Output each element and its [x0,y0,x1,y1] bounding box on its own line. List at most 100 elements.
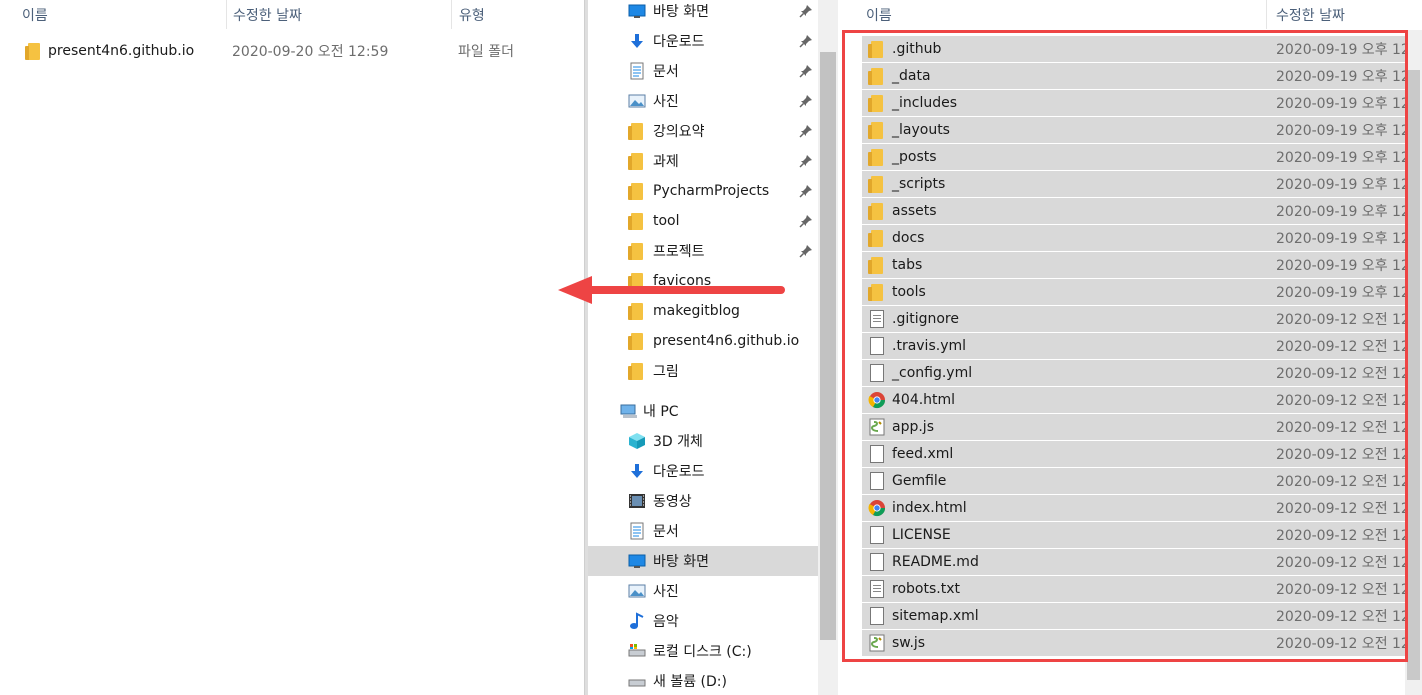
nav-item-icon-slot [628,2,646,20]
file-row[interactable]: assets 2020-09-19 오후 12:3 [862,198,1422,225]
file-row[interactable]: docs 2020-09-19 오후 12:3 [862,225,1422,252]
file-type: 파일 폴더 [458,44,514,60]
file-icon [870,553,884,571]
nav-item[interactable]: present4n6.github.io [588,326,818,356]
file-row[interactable]: tabs 2020-09-19 오후 12:3 [862,252,1422,279]
nav-item[interactable]: 동영상 [588,486,818,516]
file-row-icon-slot [868,634,886,652]
pin-icon[interactable] [799,4,813,18]
nav-item[interactable]: 강의요약 [588,116,818,146]
file-name: .github [892,41,942,57]
nav-item[interactable]: 바탕 화면 [588,0,818,26]
nav-item[interactable]: 로컬 디스크 (C:) [588,636,818,666]
file-row[interactable]: _scripts 2020-09-19 오후 12:3 [862,171,1422,198]
nav-item-label: 동영상 [653,494,692,510]
nav-item-icon-slot [628,122,646,140]
nav-item-label: 다운로드 [653,464,705,480]
file-row[interactable]: _layouts 2020-09-19 오후 12:3 [862,117,1422,144]
file-name: sitemap.xml [892,608,979,624]
nav-item[interactable]: 문서 [588,56,818,86]
nav-item[interactable]: 다운로드 [588,26,818,56]
file-row[interactable]: _config.yml 2020-09-12 오전 12:2 [862,360,1422,387]
nav-item-icon-slot [628,152,646,170]
nav-item-label: 새 볼륨 (D:) [653,674,727,690]
pin-icon[interactable] [799,124,813,138]
nav-item[interactable]: 그림 [588,356,818,386]
file-row[interactable]: sw.js 2020-09-12 오전 12:2 [862,630,1422,657]
file-row[interactable]: tools 2020-09-19 오후 12:3 [862,279,1422,306]
pin-icon[interactable] [799,34,813,48]
file-row[interactable]: .travis.yml 2020-09-12 오전 12:2 [862,333,1422,360]
file-row[interactable]: .gitignore 2020-09-12 오전 12:2 [862,306,1422,333]
file-row[interactable]: app.js 2020-09-12 오전 12:2 [862,414,1422,441]
nav-item[interactable]: 문서 [588,516,818,546]
nav-item[interactable]: 프로젝트 [588,236,818,266]
folder-icon [868,229,883,247]
file-row[interactable]: 404.html 2020-09-12 오전 12:2 [862,387,1422,414]
file-row[interactable]: .github 2020-09-19 오후 12:3 [862,36,1422,63]
pin-icon[interactable] [799,214,813,228]
nav-scrollbar[interactable] [818,0,838,695]
file-list-scrollbar[interactable] [1405,30,1422,695]
file-row[interactable]: sitemap.xml 2020-09-12 오전 12:2 [862,603,1422,630]
nav-item[interactable]: 바탕 화면 [588,546,818,576]
column-header-name[interactable]: 이름 [866,0,892,29]
nav-scrollbar-thumb[interactable] [820,52,836,640]
file-name: _includes [892,95,958,111]
file-modified: 2020-09-12 오전 12:2 [1276,366,1422,382]
nav-item-label: PycharmProjects [653,183,770,199]
file-icon [870,364,884,382]
file-row[interactable]: _includes 2020-09-19 오후 12:3 [862,90,1422,117]
file-row-icon-slot [868,121,886,139]
folder-icon [868,256,883,274]
nav-item-icon-slot [628,212,646,230]
nav-item[interactable]: 사진 [588,86,818,116]
nav-item-icon-slot [628,522,646,540]
pin-icon[interactable] [799,184,813,198]
file-modified: 2020-09-12 오전 12:2 [1276,312,1422,328]
file-row[interactable]: present4n6.github.io 2020-09-20 오전 12:59… [0,37,584,65]
file-row[interactable]: _posts 2020-09-19 오후 12:3 [862,144,1422,171]
pin-icon[interactable] [799,64,813,78]
file-row[interactable]: robots.txt 2020-09-12 오전 12:2 [862,576,1422,603]
file-modified: 2020-09-12 오전 12:2 [1276,339,1422,355]
column-separator[interactable] [226,0,227,29]
file-row[interactable]: feed.xml 2020-09-12 오전 12:2 [862,441,1422,468]
nav-item-icon-slot [628,612,646,630]
nav-item[interactable]: PycharmProjects [588,176,818,206]
file-row-icon-slot [868,553,886,571]
nav-item[interactable]: 다운로드 [588,456,818,486]
file-row[interactable]: _data 2020-09-19 오후 12:3 [862,63,1422,90]
nav-item[interactable]: 과제 [588,146,818,176]
folder-icon [868,175,883,193]
pin-icon[interactable] [799,154,813,168]
file-row[interactable]: LICENSE 2020-09-12 오전 12:2 [862,522,1422,549]
nav-item[interactable]: 사진 [588,576,818,606]
column-header-modified[interactable]: 수정한 날짜 [233,0,302,29]
nav-item[interactable]: 3D 개체 [588,426,818,456]
file-row[interactable]: README.md 2020-09-12 오전 12:2 [862,549,1422,576]
right-explorer-pane: 이름 수정한 날짜 .github 2020-09-19 오후 12:3 _data… [838,0,1422,695]
pin-icon[interactable] [799,94,813,108]
nav-item[interactable]: 내 PC [588,396,818,426]
file-row[interactable]: Gemfile 2020-09-12 오전 12:2 [862,468,1422,495]
file-row[interactable]: index.html 2020-09-12 오전 12:2 [862,495,1422,522]
nav-item-label: 문서 [653,524,679,540]
column-separator[interactable] [451,0,452,29]
file-name: .travis.yml [892,338,967,354]
column-header-name[interactable]: 이름 [22,0,48,29]
file-row-icon-slot [868,499,886,517]
file-list-scrollbar-thumb[interactable] [1407,70,1420,680]
nav-item[interactable]: 음악 [588,606,818,636]
file-name: tabs [892,257,923,273]
pin-icon[interactable] [799,244,813,258]
file-row-icon-slot [868,310,886,328]
3d-objects-icon [628,432,646,450]
nav-item[interactable]: tool [588,206,818,236]
column-header-modified[interactable]: 수정한 날짜 [1276,0,1345,29]
column-header-type[interactable]: 유형 [459,0,485,29]
column-separator[interactable] [1266,0,1267,29]
nav-item[interactable]: 새 볼륨 (D:) [588,666,818,695]
nav-item-icon-slot [628,672,646,690]
desktop-icon [628,552,646,570]
